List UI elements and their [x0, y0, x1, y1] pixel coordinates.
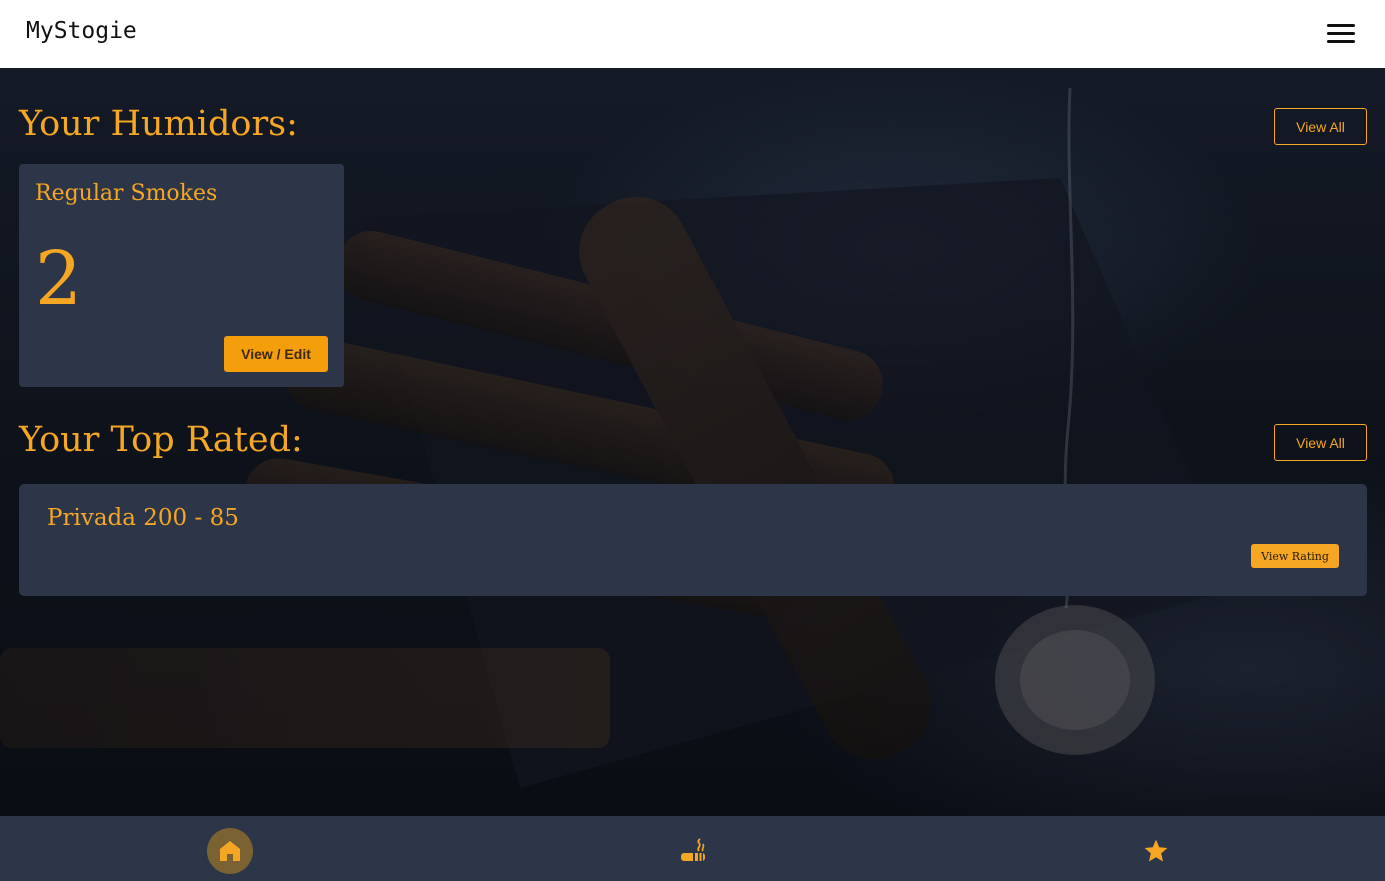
top-rated-item: Privada 200 - 85 View Rating [19, 484, 1367, 596]
top-navbar: MyStogie [0, 0, 1385, 68]
home-icon [220, 841, 240, 861]
humidors-view-all-button[interactable]: View All [1274, 108, 1367, 145]
brand-logo[interactable]: MyStogie [26, 18, 137, 44]
cigar-icon [681, 838, 705, 861]
top-rated-section-title: Your Top Rated: [19, 420, 303, 460]
nav-home[interactable] [207, 828, 253, 874]
view-rating-button[interactable]: View Rating [1251, 544, 1339, 568]
bottom-navigation [0, 816, 1385, 881]
humidor-card: Regular Smokes 2 View / Edit [19, 164, 344, 387]
top-rated-view-all-button[interactable]: View All [1274, 424, 1367, 461]
star-icon [1144, 839, 1168, 862]
humidor-cigar-count: 2 [35, 236, 83, 322]
hamburger-menu-icon[interactable] [1327, 22, 1355, 44]
nav-ratings[interactable] [1133, 828, 1179, 874]
view-edit-humidor-button[interactable]: View / Edit [224, 336, 328, 372]
humidor-name: Regular Smokes [35, 181, 218, 206]
nav-cigars[interactable] [670, 828, 716, 874]
rated-cigar-name: Privada 200 - 85 [47, 505, 239, 531]
humidors-section-title: Your Humidors: [19, 104, 298, 144]
